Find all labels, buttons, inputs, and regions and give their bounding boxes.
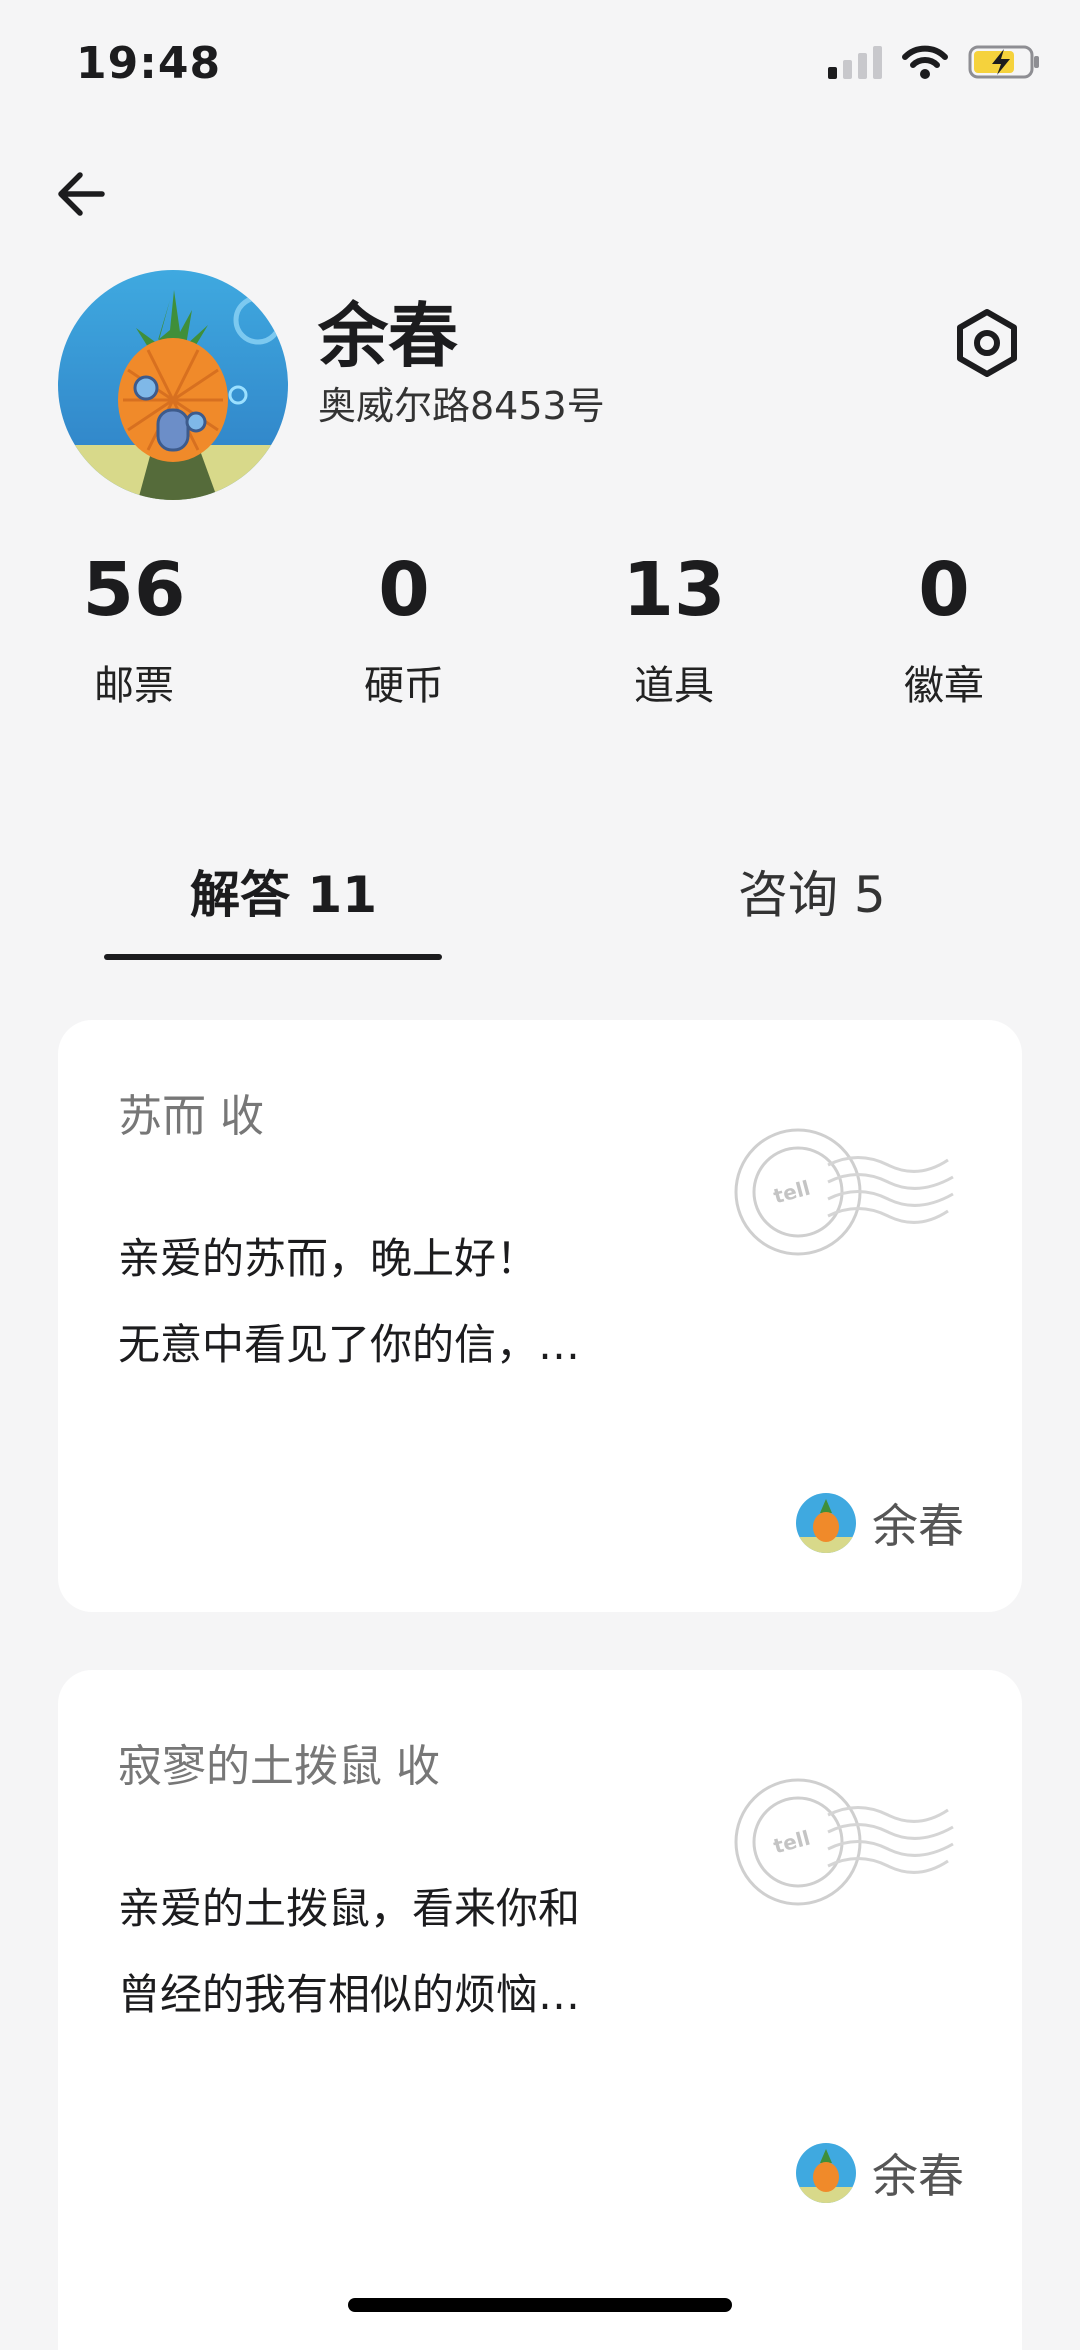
postmark-icon: tell [734, 1778, 954, 1906]
letter-preview: 亲爱的土拨鼠，看来你和 曾经的我有相似的烦恼… [118, 1866, 580, 2038]
tab-active-indicator [104, 954, 442, 960]
stat-stamps[interactable]: 56 邮票 [34, 545, 234, 711]
hexagon-settings-icon[interactable] [952, 308, 1022, 378]
letter-card[interactable]: 苏而 收 tell 亲爱的苏而，晚上好！ 无意中看见了你的信，… 余春 [58, 1020, 1022, 1612]
stat-label: 硬币 [364, 663, 444, 709]
letter-preview: 亲爱的苏而，晚上好！ 无意中看见了你的信，… [118, 1216, 580, 1388]
stat-value: 13 [622, 547, 726, 633]
author-name: 余春 [872, 2149, 964, 2203]
letter-card[interactable]: 寂寥的土拨鼠 收 tell 亲爱的土拨鼠，看来你和 曾经的我有相似的烦恼… 余春 [58, 1670, 1022, 2350]
stat-props[interactable]: 13 道具 [574, 545, 774, 711]
letter-line: 无意中看见了你的信，… [118, 1320, 581, 1369]
author-avatar [796, 2143, 856, 2203]
status-time: 19:48 [76, 38, 222, 89]
author-name: 余春 [872, 1499, 964, 1553]
stat-label: 徽章 [904, 663, 984, 709]
stats-row: 56 邮票 0 硬币 13 道具 0 徽章 [0, 545, 1080, 725]
stat-value: 0 [918, 547, 970, 633]
battery-charging-icon [968, 45, 1039, 79]
avatar[interactable] [58, 270, 288, 500]
stat-badges[interactable]: 0 徽章 [844, 545, 1044, 711]
author-avatar [796, 1493, 856, 1553]
home-indicator[interactable] [348, 2298, 732, 2312]
back-arrow-icon[interactable] [52, 165, 110, 223]
stat-value: 0 [378, 547, 430, 633]
status-icons [828, 44, 1040, 80]
letter-author[interactable]: 余春 [796, 1490, 964, 1556]
profile-address: 奥威尔路8453号 [318, 384, 605, 428]
stat-label: 道具 [634, 663, 714, 709]
letter-line: 亲爱的苏而，晚上好！ [118, 1234, 539, 1283]
tab-answers[interactable]: 解答 11 [190, 855, 377, 927]
letter-author[interactable]: 余春 [796, 2140, 964, 2206]
stat-coins[interactable]: 0 硬币 [304, 545, 504, 711]
postmark-icon: tell [734, 1128, 954, 1256]
letter-recipient: 苏而 收 [118, 1091, 264, 1142]
stat-label: 邮票 [94, 663, 174, 709]
stat-value: 56 [82, 547, 186, 633]
wifi-icon [902, 45, 948, 79]
letter-line: 曾经的我有相似的烦恼… [118, 1970, 581, 2019]
letter-recipient: 寂寥的土拨鼠 收 [118, 1741, 440, 1792]
postmark-text: tell [771, 1826, 813, 1859]
tab-consult[interactable]: 咨询 5 [738, 855, 886, 927]
profile-name: 余春 [318, 295, 458, 377]
postmark-text: tell [771, 1176, 813, 1209]
cellular-signal-icon [828, 45, 882, 79]
letter-line: 亲爱的土拨鼠，看来你和 [118, 1884, 581, 1933]
